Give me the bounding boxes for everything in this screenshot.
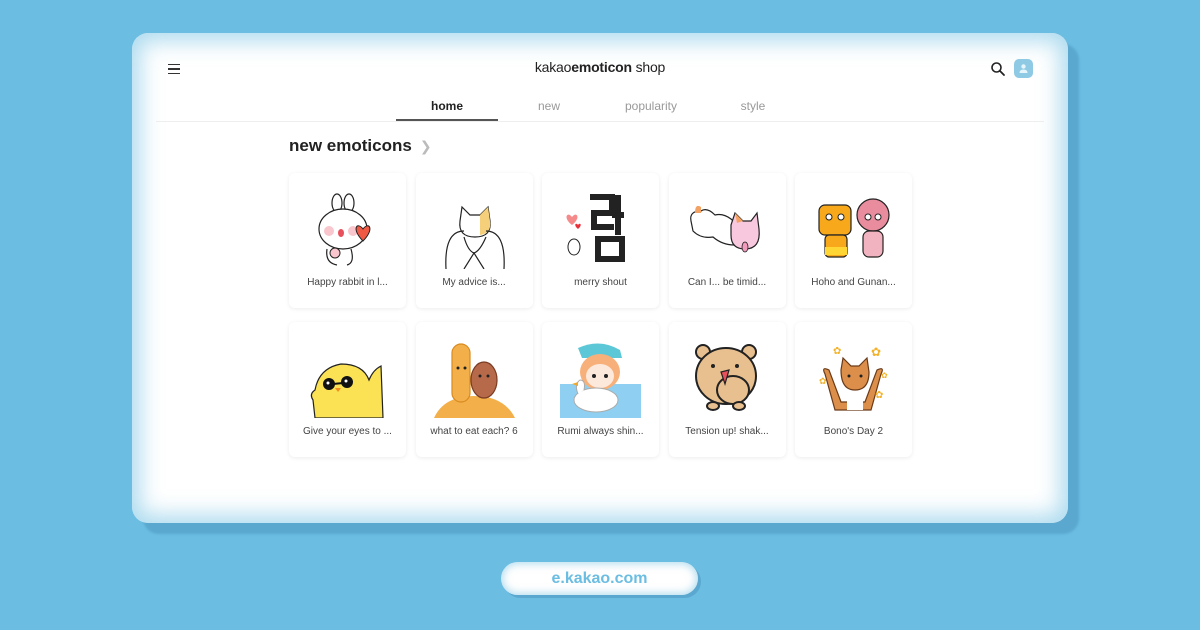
emoticon-card[interactable]: Give your eyes to ... (289, 322, 406, 457)
brand-logo[interactable]: kakaoemoticon shop (156, 59, 1044, 75)
emoticon-title: what to eat each? 6 (430, 426, 518, 437)
emoticon-card[interactable]: Tension up! shak... (668, 322, 786, 457)
emoticon-thumbnail (560, 340, 641, 418)
emoticon-thumbnail (813, 191, 894, 269)
emoticon-title: Bono's Day 2 (823, 426, 884, 437)
yellow-chick-image (310, 363, 384, 418)
emoticon-card[interactable]: Rumi always shin... (542, 322, 659, 457)
rabbit-image (318, 193, 371, 266)
app-window: kakaoemoticon shop home new popularity s… (132, 33, 1068, 523)
tab-new[interactable]: new (498, 93, 600, 121)
emoticon-title: Hoho and Gunan... (811, 277, 896, 288)
emoticon-card[interactable]: Can I... be timid... (668, 173, 786, 308)
tab-popularity[interactable]: popularity (600, 93, 702, 121)
emoticon-title: Tension up! shak... (685, 426, 769, 437)
emoticon-title: My advice is... (442, 277, 506, 288)
svg-text:✿: ✿ (875, 390, 883, 401)
emoticon-card[interactable]: My advice is... (415, 173, 533, 308)
header-divider (156, 121, 1044, 122)
emoticon-card[interactable]: what to eat each? 6 (415, 322, 533, 457)
emoticon-grid: Happy rabbit in l... My advice is... mer… (289, 173, 912, 457)
tab-home[interactable]: home (396, 93, 498, 121)
svg-text:✿: ✿ (833, 346, 841, 357)
search-icon (991, 62, 1005, 76)
emoticon-thumbnail (687, 191, 768, 269)
user-profile-icon (1019, 64, 1028, 73)
nav-tabs: home new popularity style (396, 93, 804, 121)
emoticon-card[interactable]: Hoho and Gunan... (795, 173, 912, 308)
search-button[interactable] (990, 61, 1006, 77)
emoticon-thumbnail (433, 340, 515, 418)
lying-cat-image (689, 205, 760, 253)
emoticon-card[interactable]: merry shout (542, 173, 659, 308)
emoticon-thumbnail (307, 191, 388, 269)
hamster-image (694, 344, 757, 411)
cat-image (444, 205, 505, 269)
emoticon-title: Give your eyes to ... (303, 426, 392, 437)
tab-style[interactable]: style (702, 93, 804, 121)
emoticon-thumbnail (307, 340, 388, 418)
tabby-cat-image: ✿ ✿ ✿ ✿ ✿ (819, 345, 888, 411)
svg-text:✿: ✿ (881, 371, 888, 380)
emoticon-title: Rumi always shin... (557, 426, 644, 437)
emoticon-thumbnail (687, 340, 768, 418)
emoticon-title: Can I... be timid... (687, 277, 767, 288)
chevron-right-icon: ❯ (419, 137, 432, 154)
profile-button[interactable] (1014, 59, 1033, 78)
svg-text:✿: ✿ (819, 376, 827, 386)
section-title: new emoticons (289, 136, 412, 155)
girl-swan-image (560, 343, 641, 418)
emoticon-title: merry shout (574, 277, 627, 288)
fried-food-image (433, 343, 515, 418)
emoticon-thumbnail (560, 191, 641, 269)
site-url-link[interactable]: e.kakao.com (501, 562, 698, 595)
emoticon-thumbnail: ✿ ✿ ✿ ✿ ✿ (813, 340, 894, 418)
svg-text:✿: ✿ (871, 345, 881, 359)
hoho-gunan-image (818, 198, 890, 258)
shout-text-image (566, 194, 625, 262)
section-title-link[interactable]: new emoticons ❯ (289, 136, 432, 156)
emoticon-title: Happy rabbit in l... (307, 277, 388, 288)
emoticon-card[interactable]: ✿ ✿ ✿ ✿ ✿ Bono's Day 2 (795, 322, 912, 457)
emoticon-card[interactable]: Happy rabbit in l... (289, 173, 406, 308)
emoticon-thumbnail (434, 191, 515, 269)
